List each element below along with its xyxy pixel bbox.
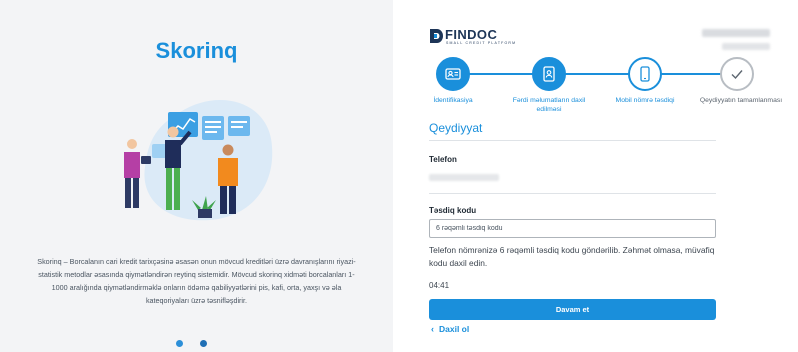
countdown-timer: 04:41 bbox=[429, 281, 450, 290]
scoring-illustration bbox=[124, 99, 273, 221]
brand-name: FINDOC bbox=[445, 27, 498, 42]
feature-title: Skorinq bbox=[155, 38, 238, 63]
verification-code-input[interactable] bbox=[429, 219, 716, 238]
code-label: Təsdiq kodu bbox=[429, 206, 477, 215]
step-4-circle bbox=[720, 57, 754, 91]
login-link-label: Daxil ol bbox=[439, 324, 470, 334]
mobile-phone-icon bbox=[640, 66, 650, 82]
section-divider bbox=[429, 140, 716, 141]
info-message: Telefon nömrənizə 6 rəqəmli təsdiq kodu … bbox=[429, 245, 715, 268]
phone-value-redacted bbox=[429, 174, 499, 181]
phone-label: Telefon bbox=[429, 155, 457, 164]
phone-underline bbox=[429, 193, 716, 194]
user-badge-icon bbox=[543, 66, 555, 82]
user-id-redacted bbox=[722, 43, 770, 50]
step-1-circle bbox=[436, 57, 470, 91]
findoc-logo-icon bbox=[430, 29, 443, 43]
checkmark-icon bbox=[731, 70, 743, 80]
feature-description: Skorinq – Borcalanın cari kredit tarixçə… bbox=[37, 257, 356, 305]
login-link[interactable]: ‹ Daxil ol bbox=[431, 324, 469, 334]
chevron-left-icon: ‹ bbox=[431, 324, 434, 334]
step-4-label: Qeydiyyatın tamamlanması bbox=[699, 97, 783, 104]
registration-panel: FINDOC SMALL CREDIT PLATFORM İdentifikas… bbox=[393, 0, 798, 352]
step-2-circle bbox=[532, 57, 566, 91]
carousel-dot[interactable] bbox=[176, 340, 183, 347]
continue-button[interactable]: Davam et bbox=[429, 299, 716, 320]
id-card-icon bbox=[445, 68, 461, 80]
carousel-dot-active[interactable] bbox=[200, 340, 207, 347]
registration-stepper: İdentifikasiya Fərdi məlumatların daxil … bbox=[393, 56, 798, 126]
step-3-label: Mobil nömrə təsdiqi bbox=[615, 97, 675, 104]
step-1-label: İdentifikasiya bbox=[433, 97, 473, 104]
onboarding-panel: Skorinq Skorinq – Borcalanın cari kredit… bbox=[0, 0, 393, 352]
section-title: Qeydiyyat bbox=[429, 121, 483, 135]
brand-tagline: SMALL CREDIT PLATFORM bbox=[446, 41, 517, 45]
step-3-circle bbox=[628, 57, 662, 91]
user-name-redacted bbox=[702, 29, 770, 37]
step-2-label: Fərdi məlumatların daxil edilməsi bbox=[512, 97, 586, 113]
